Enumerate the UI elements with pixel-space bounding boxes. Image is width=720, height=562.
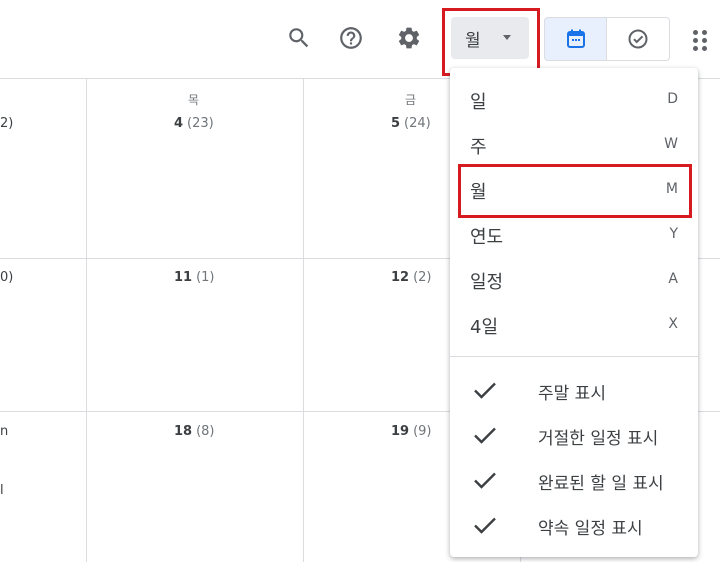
menu-item-shortcut: W: [664, 136, 678, 152]
menu-item-shortcut: X: [668, 316, 678, 332]
menu-item-shortcut: Y: [669, 226, 678, 242]
day-cell-number[interactable]: 4 (23): [174, 116, 214, 131]
menu-divider: [450, 356, 698, 357]
option-show-weekends[interactable]: 주말 표시: [450, 368, 698, 412]
day-cell-number[interactable]: 11 (1): [174, 270, 215, 285]
weekday-header-thu: 목: [188, 93, 200, 107]
menu-item-shortcut: D: [667, 91, 678, 107]
partial-event-label: l: [0, 483, 4, 498]
partial-day-label: n: [0, 424, 9, 439]
lunar-date: (23): [187, 116, 214, 131]
option-label: 주말 표시: [538, 384, 606, 404]
gear-icon[interactable]: [391, 20, 427, 56]
menu-item-week[interactable]: 주 W: [450, 123, 698, 167]
day-cell-number[interactable]: 5 (24): [391, 116, 431, 131]
weekday-header-fri: 금: [405, 93, 417, 107]
menu-item-label: 연도: [470, 227, 504, 248]
option-label: 완료된 할 일 표시: [538, 474, 664, 494]
menu-item-label: 일정: [470, 272, 504, 293]
day-number: 18: [174, 424, 193, 439]
search-icon[interactable]: [281, 20, 317, 56]
grid-divider: [86, 78, 87, 562]
day-number: 4: [174, 116, 184, 131]
calendar-toggle-button[interactable]: [544, 17, 607, 61]
option-show-completed-tasks[interactable]: 완료된 할 일 표시: [450, 458, 698, 502]
menu-item-schedule[interactable]: 일정 A: [450, 258, 698, 302]
day-number: 5: [391, 116, 401, 131]
option-show-appointment-schedules[interactable]: 약속 일정 표시: [450, 503, 698, 547]
checkmark-icon: [474, 427, 496, 444]
day-number: 12: [391, 270, 410, 285]
day-number: 11: [174, 270, 193, 285]
view-dropdown-menu: 일 D 주 W 월 M 연도 Y 일정 A 4일 X 주말 표시 거절한 일정 …: [450, 68, 698, 557]
menu-item-label: 일: [470, 92, 487, 113]
option-label: 거절한 일정 표시: [538, 429, 659, 449]
checkmark-icon: [474, 382, 496, 399]
menu-item-year[interactable]: 연도 Y: [450, 213, 698, 257]
day-cell-number[interactable]: 12 (2): [391, 270, 432, 285]
highlight-box-view-selector: [442, 8, 540, 76]
calendar-icon: [566, 29, 585, 48]
lunar-date: (1): [196, 270, 215, 285]
checkmark-icon: [474, 472, 496, 489]
top-toolbar: 월: [0, 0, 720, 78]
lunar-date: (24): [404, 116, 431, 131]
option-show-declined-events[interactable]: 거절한 일정 표시: [450, 413, 698, 457]
lunar-date: (8): [196, 424, 215, 439]
menu-item-4-days[interactable]: 4일 X: [450, 303, 698, 347]
apps-grid-icon[interactable]: [690, 28, 710, 51]
option-label: 약속 일정 표시: [538, 519, 643, 539]
menu-item-label: 4일: [470, 317, 499, 338]
partial-day-label: 2): [0, 116, 14, 131]
menu-item-shortcut: A: [668, 271, 678, 287]
tasks-toggle-button[interactable]: [606, 17, 670, 61]
day-cell-number[interactable]: 18 (8): [174, 424, 215, 439]
checkmark-icon: [474, 517, 496, 534]
day-number: 19: [391, 424, 410, 439]
grid-divider: [303, 78, 304, 562]
help-icon[interactable]: [333, 20, 369, 56]
menu-item-label: 주: [470, 137, 487, 158]
highlight-box-month-item: [458, 164, 692, 218]
day-cell-number[interactable]: 19 (9): [391, 424, 432, 439]
menu-item-day[interactable]: 일 D: [450, 78, 698, 122]
lunar-date: (9): [413, 424, 432, 439]
lunar-date: (2): [413, 270, 432, 285]
check-circle-icon: [628, 29, 648, 49]
partial-day-label: 0): [0, 270, 14, 285]
